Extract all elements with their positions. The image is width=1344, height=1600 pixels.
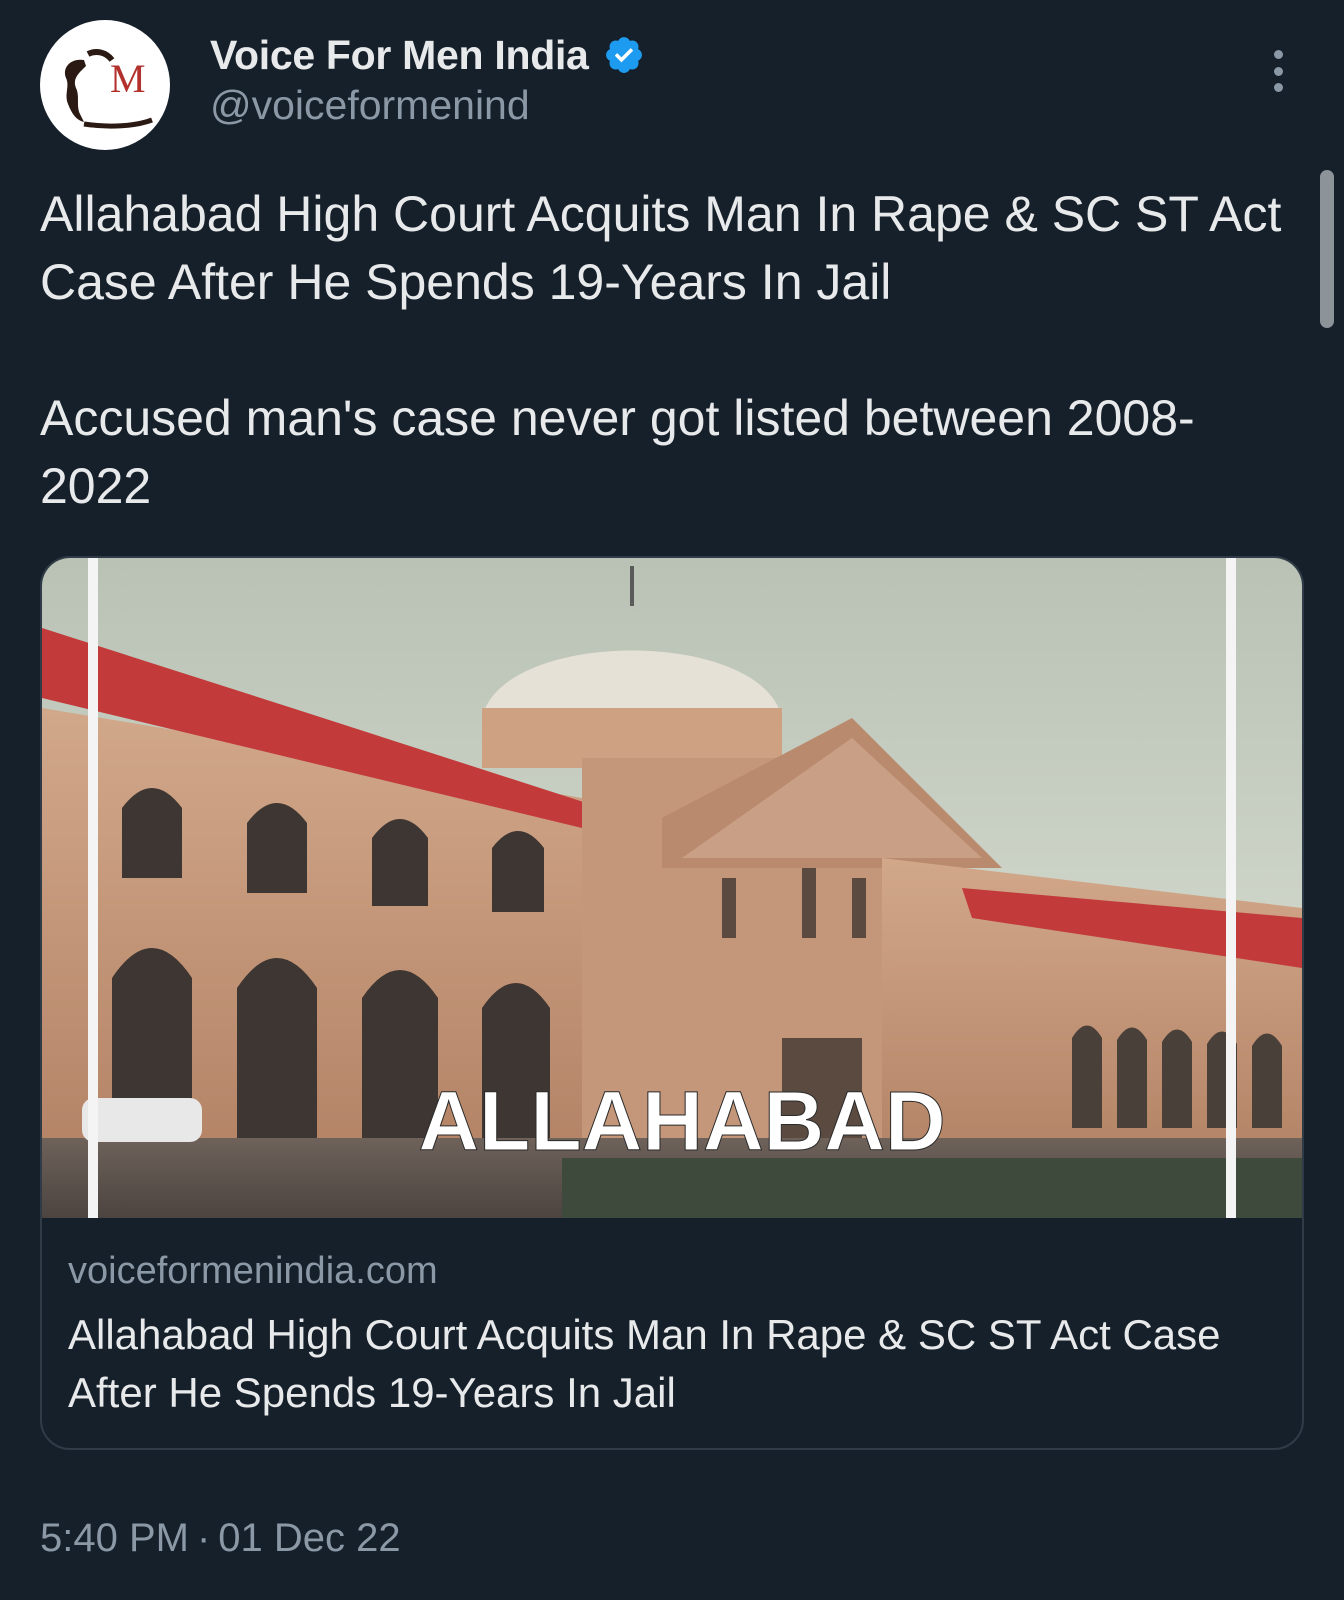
author-name-row[interactable]: Voice For Men India [210, 30, 645, 80]
card-meta: voiceformenindia.com Allahabad High Cour… [42, 1218, 1302, 1422]
court-building-image[interactable]: ALLAHABAD [42, 558, 1302, 1218]
more-options-icon[interactable] [1268, 50, 1288, 92]
image-caption: ALLAHABAD [418, 1074, 945, 1168]
tweet-date: 01 Dec 22 [218, 1516, 401, 1560]
tweet-time: 5:40 PM [40, 1516, 189, 1560]
tweet-paragraph: Allahabad High Court Acquits Man In Rape… [40, 186, 1282, 310]
card-title: Allahabad High Court Acquits Man In Rape… [68, 1311, 1221, 1416]
scrollbar[interactable] [1320, 170, 1334, 328]
link-card[interactable]: ALLAHABAD voiceformenindia.com Allahabad… [40, 556, 1304, 1450]
svg-text:M: M [110, 56, 146, 101]
card-domain: voiceformenindia.com [68, 1250, 438, 1292]
timestamp-separator: · [196, 1516, 211, 1560]
tweet-paragraph: Accused man's case never got listed betw… [40, 390, 1195, 514]
avatar[interactable]: M [40, 20, 170, 150]
verified-badge-icon [603, 34, 645, 76]
tweet: M Voice For Men India @voiceformenind Al… [0, 0, 1344, 1600]
tweet-text: Allahabad High Court Acquits Man In Rape… [40, 180, 1300, 520]
handle[interactable]: @voiceformenind [210, 82, 530, 129]
voice-for-men-logo: M [64, 49, 153, 129]
display-name[interactable]: Voice For Men India [210, 32, 589, 79]
timestamp[interactable]: 5:40 PM · 01 Dec 22 [40, 1516, 401, 1561]
